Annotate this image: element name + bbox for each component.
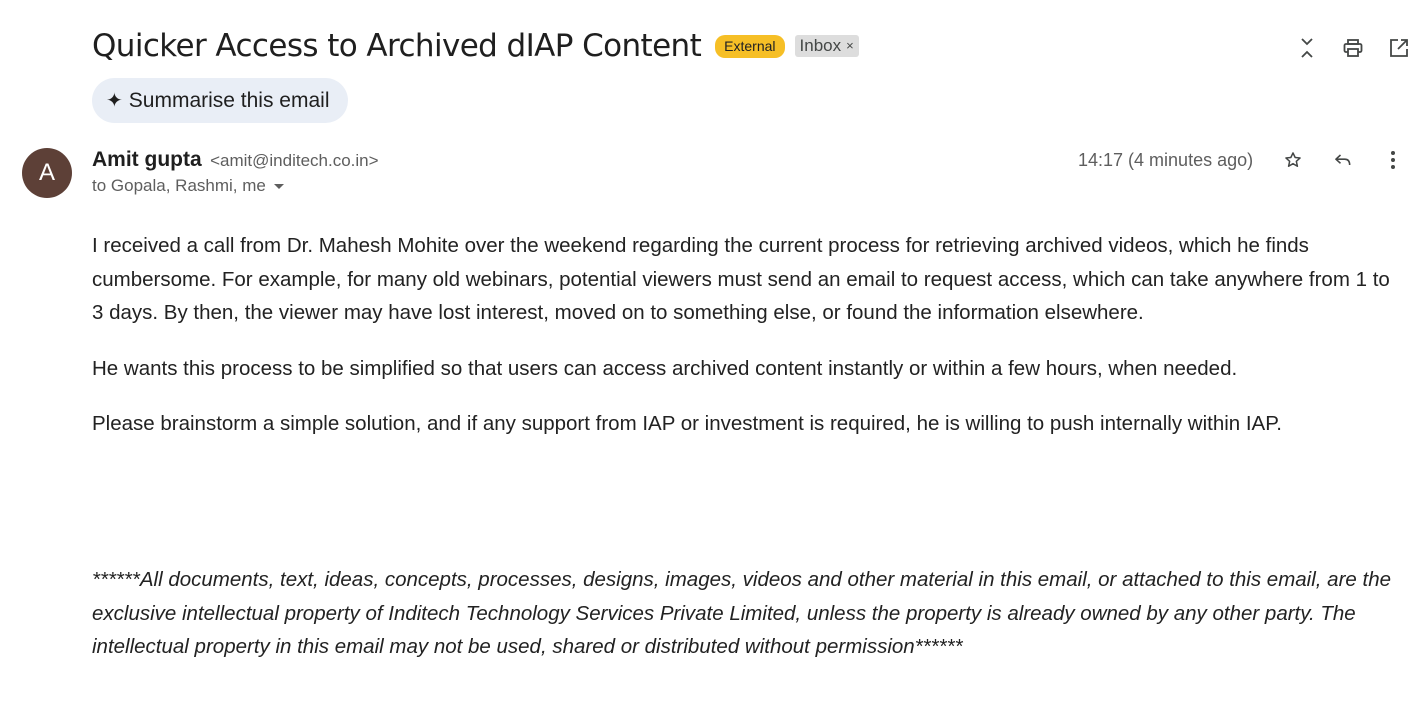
remove-label-icon[interactable]: × [846, 36, 854, 55]
summarise-label: Summarise this email [128, 88, 330, 112]
thread-actions [1297, 36, 1409, 60]
email-disclaimer: ******All documents, text, ideas, concep… [92, 568, 1391, 658]
sender-email: <amit@inditech.co.in> [210, 151, 379, 170]
sender-name[interactable]: Amit gupta [92, 148, 202, 171]
reply-icon[interactable] [1333, 148, 1353, 172]
open-in-new-window-icon[interactable] [1389, 36, 1409, 60]
print-icon[interactable] [1343, 36, 1363, 60]
show-details-icon[interactable] [273, 183, 284, 189]
sparkle-icon: ✦ [106, 90, 123, 112]
recipients: to Gopala, Rashmi, me [92, 176, 284, 196]
email-view: Quicker Access to Archived dIAP Content … [0, 0, 1425, 714]
sender-line: Amit gupta <amit@inditech.co.in> [92, 148, 379, 172]
collapse-icon[interactable] [1297, 36, 1317, 60]
message-actions [1283, 148, 1403, 172]
body-paragraph: He wants this process to be simplified s… [92, 356, 1238, 380]
message-timestamp: 14:17 (4 minutes ago) [1078, 150, 1254, 170]
external-label: External [715, 34, 785, 58]
body-paragraph: Please brainstorm a simple solution, and… [92, 412, 1282, 435]
recipients-text: to Gopala, Rashmi, me [92, 176, 266, 195]
email-subject: Quicker Access to Archived dIAP Content [92, 28, 702, 64]
star-icon[interactable] [1283, 148, 1303, 172]
summarise-email-button[interactable]: ✦ Summarise this email [92, 78, 348, 123]
inbox-label[interactable]: Inbox × [794, 35, 859, 57]
subject-row: Quicker Access to Archived dIAP Content … [92, 28, 859, 64]
more-vert-icon[interactable] [1383, 148, 1403, 172]
avatar[interactable]: A [22, 148, 72, 198]
email-body: I received a call from Dr. Mahesh Mohite… [92, 229, 1402, 463]
inbox-label-text: Inbox [799, 36, 842, 55]
body-paragraph: I received a call from Dr. Mahesh Mohite… [92, 234, 1390, 324]
